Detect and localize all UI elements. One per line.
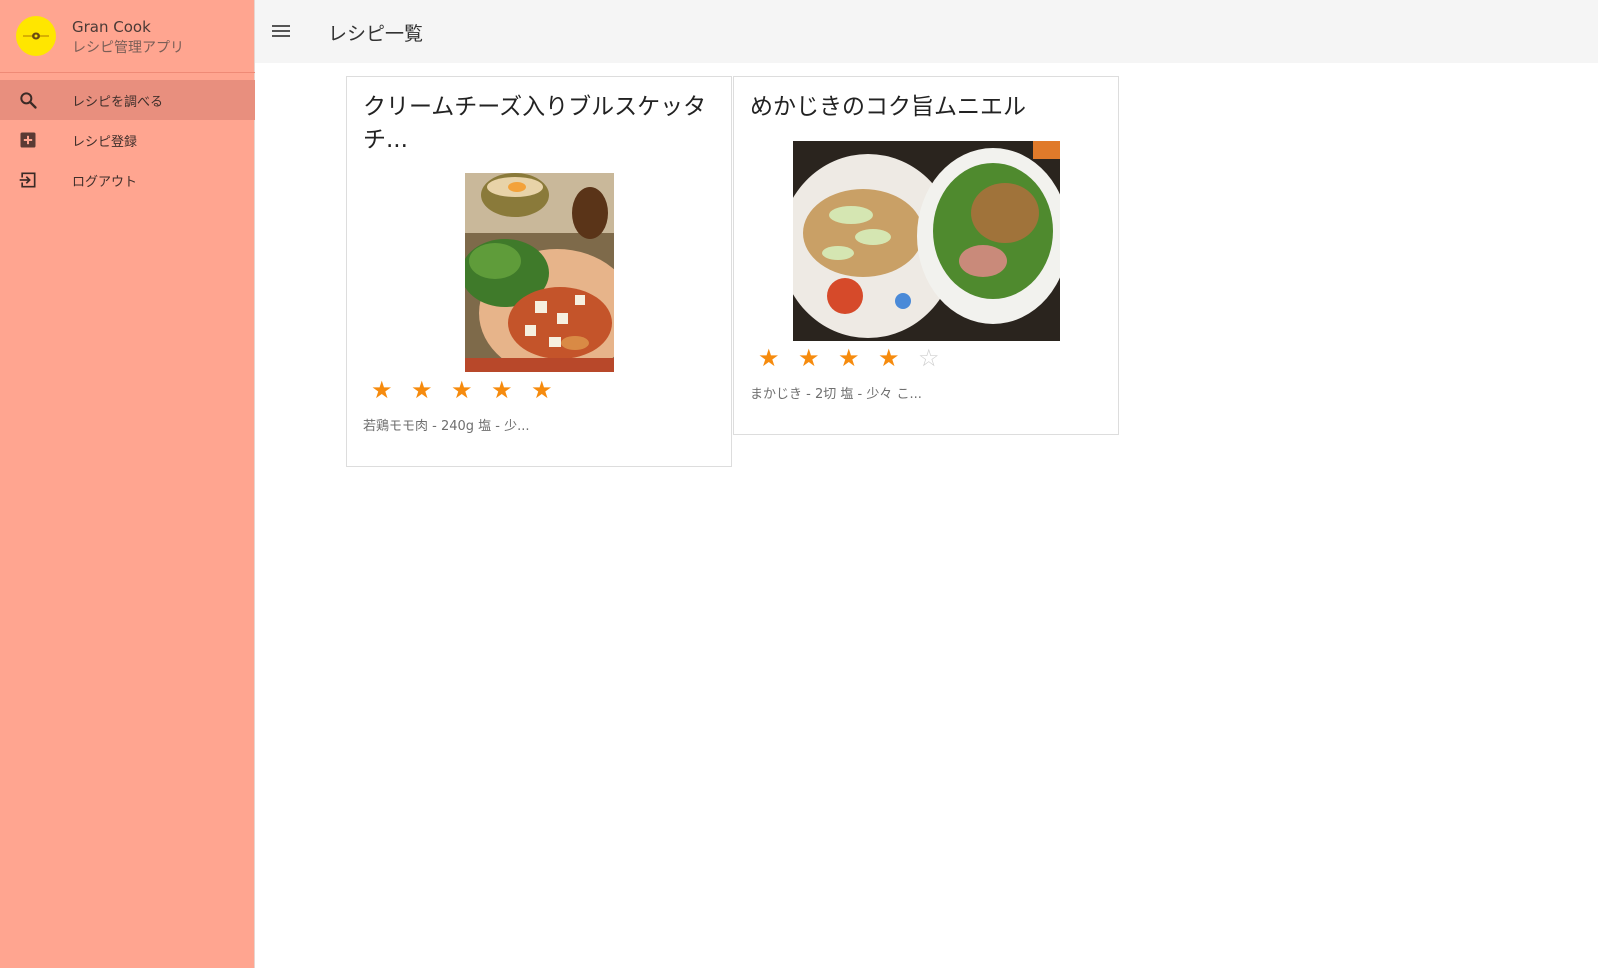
recipe-ingredients-preview: 若鶏モモ肉 - 240g 塩 - 少... xyxy=(363,419,530,434)
star-filled-icon: ★ xyxy=(531,376,553,404)
star-filled-icon: ★ xyxy=(838,344,860,372)
menu-icon[interactable] xyxy=(268,18,294,44)
rating-stars: ★ ★ ★ ★ ☆ xyxy=(750,346,950,370)
page-title: レシピ一覧 xyxy=(328,23,424,45)
search-icon xyxy=(16,88,40,112)
star-filled-icon: ★ xyxy=(798,344,820,372)
sidebar-item-label: レシピ登録 xyxy=(72,134,138,150)
recipe-ingredients-preview: まかじき - 2切 塩 - 少々 こ... xyxy=(750,387,922,402)
star-filled-icon: ★ xyxy=(491,376,513,404)
app-name: Gran Cook xyxy=(72,18,151,36)
star-filled-icon: ★ xyxy=(371,376,393,404)
star-filled-icon: ★ xyxy=(451,376,473,404)
recipe-card[interactable]: クリームチーズ入りブルスケッタチ... ★ ★ ★ ★ ★ 若鶏モモ肉 - 24… xyxy=(346,76,732,467)
sidebar: Gran Cook レシピ管理アプリ レシピを調べる レシピ登録 ログアウト xyxy=(0,0,255,968)
recipe-title: クリームチーズ入りブルスケッタチ... xyxy=(363,94,707,153)
recipe-card[interactable]: めかじきのコク旨ムニエル ★ ★ ★ ★ ☆ まかじき - 2切 塩 - 少々 … xyxy=(733,76,1119,435)
brand-header: Gran Cook レシピ管理アプリ xyxy=(0,0,255,73)
star-empty-icon: ☆ xyxy=(918,344,940,372)
sidebar-item-label: レシピを調べる xyxy=(72,94,164,110)
star-filled-icon: ★ xyxy=(758,344,780,372)
app-subtitle: レシピ管理アプリ xyxy=(72,40,184,56)
recipe-photo xyxy=(465,173,614,372)
sidebar-item-register-recipe[interactable]: レシピ登録 xyxy=(0,120,255,160)
logout-icon xyxy=(16,168,40,192)
sidebar-item-logout[interactable]: ログアウト xyxy=(0,160,255,200)
sidebar-item-search-recipes[interactable]: レシピを調べる xyxy=(0,80,255,120)
recipe-title: めかじきのコク旨ムニエル xyxy=(750,94,1026,120)
top-app-bar: レシピ一覧 xyxy=(255,0,1598,63)
star-filled-icon: ★ xyxy=(878,344,900,372)
app-root: Gran Cook レシピ管理アプリ レシピを調べる レシピ登録 ログアウト レ… xyxy=(0,0,1598,968)
add-box-icon xyxy=(16,128,40,152)
recipe-photo xyxy=(793,141,1060,341)
sunflower-logo-icon xyxy=(16,16,56,56)
star-filled-icon: ★ xyxy=(411,376,433,404)
sidebar-item-label: ログアウト xyxy=(72,174,138,190)
rating-stars: ★ ★ ★ ★ ★ xyxy=(363,378,563,402)
